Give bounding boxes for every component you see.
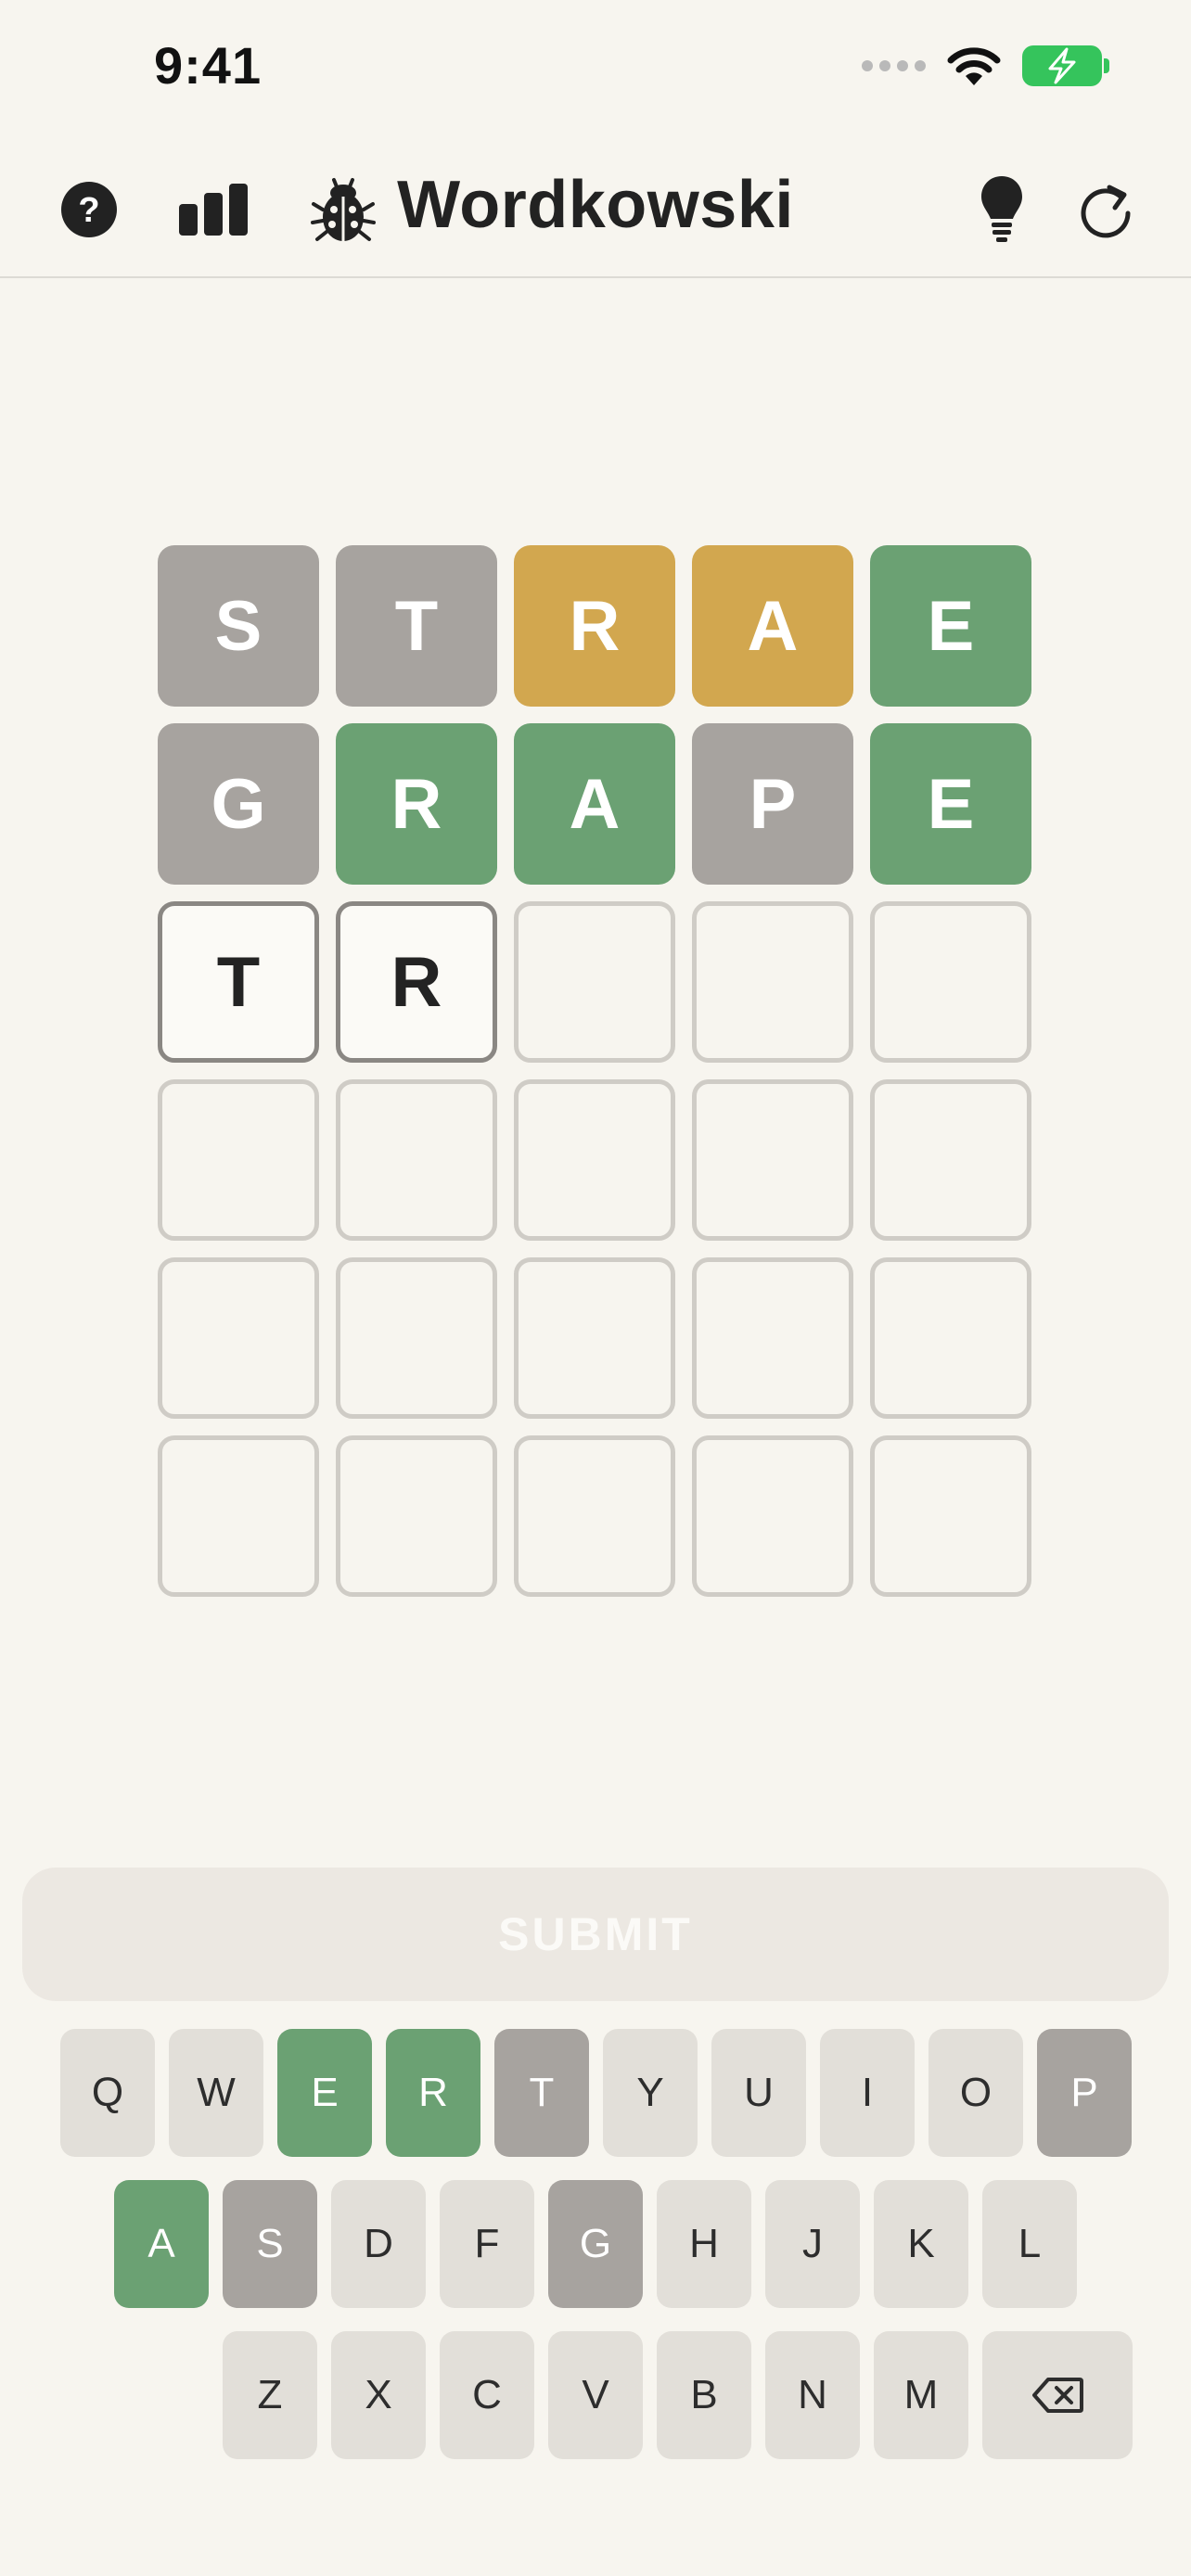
letter-tile: A xyxy=(514,723,675,885)
key-e[interactable]: E xyxy=(277,2029,372,2157)
key-t[interactable]: T xyxy=(494,2029,589,2157)
letter-tile xyxy=(336,1079,497,1241)
key-o[interactable]: O xyxy=(928,2029,1023,2157)
hint-icon[interactable] xyxy=(965,172,1039,247)
board-row xyxy=(158,1257,1033,1419)
key-w[interactable]: W xyxy=(169,2029,263,2157)
letter-tile xyxy=(336,1257,497,1419)
game-board: STRAEGRAPETR xyxy=(158,545,1033,1613)
letter-tile: E xyxy=(870,545,1031,707)
key-x[interactable]: X xyxy=(331,2331,426,2459)
letter-tile: G xyxy=(158,723,319,885)
letter-tile xyxy=(514,1435,675,1597)
letter-tile xyxy=(692,1079,853,1241)
key-r[interactable]: R xyxy=(386,2029,480,2157)
app-header: ? Wordkowski xyxy=(0,139,1191,278)
letter-tile: A xyxy=(692,545,853,707)
letter-tile: E xyxy=(870,723,1031,885)
restart-icon[interactable] xyxy=(1069,172,1143,247)
key-s[interactable]: S xyxy=(223,2180,317,2308)
key-f[interactable]: F xyxy=(440,2180,534,2308)
key-a[interactable]: A xyxy=(114,2180,209,2308)
status-time: 9:41 xyxy=(154,36,263,95)
letter-tile: R xyxy=(336,901,497,1063)
key-j[interactable]: J xyxy=(765,2180,860,2308)
backspace-key[interactable] xyxy=(982,2331,1133,2459)
letter-tile xyxy=(692,1257,853,1419)
letter-tile xyxy=(158,1079,319,1241)
key-i[interactable]: I xyxy=(820,2029,915,2157)
letter-tile: P xyxy=(692,723,853,885)
letter-tile: T xyxy=(158,901,319,1063)
key-u[interactable]: U xyxy=(711,2029,806,2157)
board-row: TR xyxy=(158,901,1033,1063)
key-l[interactable]: L xyxy=(982,2180,1077,2308)
status-indicators xyxy=(862,45,1109,87)
key-c[interactable]: C xyxy=(440,2331,534,2459)
letter-tile: S xyxy=(158,545,319,707)
letter-tile xyxy=(870,1079,1031,1241)
keyboard-row-3: ZXCVBNM xyxy=(223,2331,1133,2459)
key-k[interactable]: K xyxy=(874,2180,968,2308)
keyboard-row-1: QWERTYUIOP xyxy=(60,2029,1132,2157)
letter-tile xyxy=(514,901,675,1063)
key-y[interactable]: Y xyxy=(603,2029,698,2157)
wifi-icon xyxy=(947,47,1001,85)
battery-charging-icon xyxy=(1022,45,1109,86)
board-row: STRAE xyxy=(158,545,1033,707)
letter-tile xyxy=(692,1435,853,1597)
letter-tile xyxy=(870,1435,1031,1597)
key-h[interactable]: H xyxy=(657,2180,751,2308)
key-m[interactable]: M xyxy=(874,2331,968,2459)
letter-tile: T xyxy=(336,545,497,707)
letter-tile: R xyxy=(514,545,675,707)
letter-tile: R xyxy=(336,723,497,885)
backspace-icon xyxy=(1032,2378,1083,2413)
key-b[interactable]: B xyxy=(657,2331,751,2459)
board-row xyxy=(158,1079,1033,1241)
key-g[interactable]: G xyxy=(548,2180,643,2308)
letter-tile xyxy=(514,1257,675,1419)
board-row xyxy=(158,1435,1033,1597)
letter-tile xyxy=(692,901,853,1063)
board-row: GRAPE xyxy=(158,723,1033,885)
letter-tile xyxy=(158,1435,319,1597)
letter-tile xyxy=(870,1257,1031,1419)
key-q[interactable]: Q xyxy=(60,2029,155,2157)
letter-tile xyxy=(514,1079,675,1241)
letter-tile xyxy=(158,1257,319,1419)
letter-tile xyxy=(870,901,1031,1063)
key-z[interactable]: Z xyxy=(223,2331,317,2459)
key-p[interactable]: P xyxy=(1037,2029,1132,2157)
submit-button[interactable]: SUBMIT xyxy=(22,1868,1169,2001)
key-n[interactable]: N xyxy=(765,2331,860,2459)
key-d[interactable]: D xyxy=(331,2180,426,2308)
key-v[interactable]: V xyxy=(548,2331,643,2459)
signal-dots-icon xyxy=(862,60,926,71)
letter-tile xyxy=(336,1435,497,1597)
keyboard-row-2: ASDFGHJKL xyxy=(114,2180,1077,2308)
